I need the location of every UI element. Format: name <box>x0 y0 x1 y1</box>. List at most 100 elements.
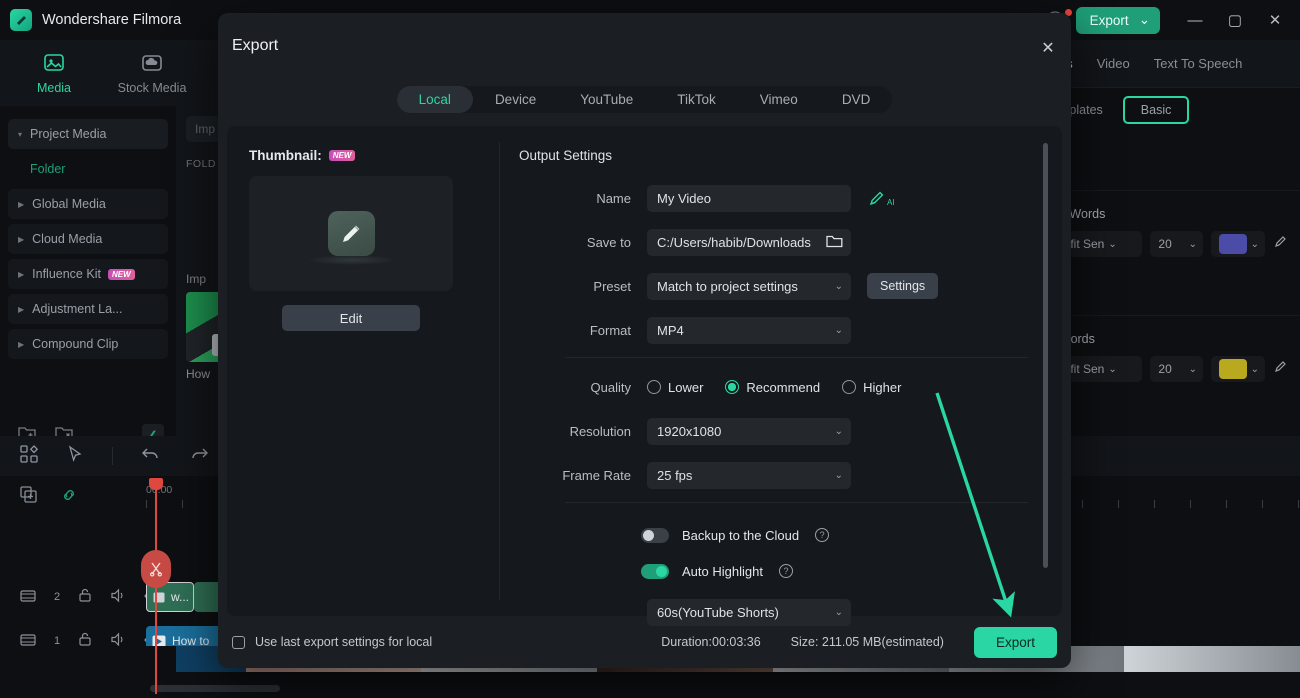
link-icon[interactable] <box>60 486 78 509</box>
font-family-select-1[interactable]: tfit Sen ⌄ <box>1059 231 1143 257</box>
timeline-scrollbar[interactable] <box>150 685 280 692</box>
properties-spacer <box>1045 132 1300 190</box>
tab-local[interactable]: Local <box>396 85 473 113</box>
ai-pencil-icon[interactable]: AI <box>869 190 895 207</box>
resolution-select[interactable]: 1920x1080 ⌄ <box>647 417 851 445</box>
tab-text-to-speech[interactable]: Text To Speech <box>1154 56 1243 71</box>
thumbnail-title: Thumbnail: NEW <box>249 148 479 163</box>
lock-icon[interactable] <box>78 588 92 606</box>
playhead[interactable] <box>141 478 171 694</box>
font-family-value: tfit Sen <box>1067 237 1105 251</box>
subtab-basic[interactable]: Basic <box>1122 96 1190 124</box>
track-controls-2: 2 <box>0 588 161 606</box>
duplicate-icon[interactable] <box>20 486 38 509</box>
tab-vimeo[interactable]: Vimeo <box>738 86 820 113</box>
thumbnail-edit-button[interactable]: Edit <box>282 305 420 331</box>
playhead-knob[interactable] <box>149 478 163 490</box>
toolbar-divider <box>112 447 113 465</box>
maximize-button[interactable]: ▢ <box>1218 5 1252 35</box>
dialog-close-button[interactable]: ✕ <box>1035 35 1061 61</box>
preset-settings-button[interactable]: Settings <box>867 273 939 299</box>
font-color-select-2[interactable]: ⌄ <box>1211 356 1265 382</box>
chevron-down-icon: ⌄ <box>834 324 843 336</box>
radio-icon-selected <box>725 380 740 394</box>
undo-icon[interactable] <box>141 446 161 467</box>
sidebar-item-label: Cloud Media <box>32 232 103 246</box>
select-tool-icon[interactable] <box>66 444 84 468</box>
sidebar-item-cloud-media[interactable]: ▶ Cloud Media <box>8 224 168 254</box>
font-size-select-2[interactable]: 20 ⌄ <box>1150 356 1203 382</box>
resolution-value: 1920x1080 <box>657 423 722 439</box>
sidebar-item-adjustment-layer[interactable]: ▶ Adjustment La... <box>8 294 168 324</box>
preset-value: Match to project settings <box>657 278 798 294</box>
framerate-select[interactable]: 25 fps ⌄ <box>647 461 851 489</box>
save-to-label: Save to <box>586 234 631 250</box>
chevron-down-icon: ⌄ <box>834 280 843 292</box>
tab-stock-media-label: Stock Media <box>117 80 187 95</box>
auto-highlight-toggle[interactable] <box>641 563 669 579</box>
quality-option-lower[interactable]: Lower <box>647 380 703 395</box>
redo-icon[interactable] <box>189 446 209 467</box>
quality-option-label: Lower <box>668 379 704 395</box>
eyedropper-icon[interactable] <box>1273 359 1288 379</box>
duration-label: Duration:00:03:36 <box>661 635 761 649</box>
output-settings-title: Output Settings <box>519 148 613 163</box>
radio-icon <box>647 380 661 394</box>
quality-option-recommend[interactable]: Recommend <box>725 380 820 395</box>
quality-option-higher[interactable]: Higher <box>842 380 901 395</box>
font-family-select-2[interactable]: tfit Sen ⌄ <box>1059 356 1143 382</box>
track-number: 2 <box>54 591 61 603</box>
tab-device[interactable]: Device <box>473 86 558 113</box>
sidebar-item-global-media[interactable]: ▶ Global Media <box>8 189 168 219</box>
backup-cloud-toggle[interactable] <box>641 527 669 543</box>
tab-dvd[interactable]: DVD <box>820 86 893 113</box>
preset-select[interactable]: Match to project settings ⌄ <box>647 272 851 300</box>
tab-stock-media[interactable]: Stock Media <box>116 52 188 95</box>
framerate-value: 25 fps <box>657 467 693 483</box>
chevron-right-icon: ▶ <box>18 234 25 244</box>
tab-tiktok[interactable]: TikTok <box>655 86 738 113</box>
folder-icon[interactable] <box>826 233 843 251</box>
chevron-down-icon: ⌄ <box>1108 363 1117 375</box>
auto-highlight-row: Auto Highlight ? <box>519 553 1028 589</box>
font-color-select-1[interactable]: ⌄ <box>1211 231 1265 257</box>
name-input[interactable]: My Video <box>647 184 851 212</box>
tab-youtube[interactable]: YouTube <box>558 86 655 113</box>
font-size-select-1[interactable]: 20 ⌄ <box>1150 231 1203 257</box>
preset-label: Preset <box>593 278 631 294</box>
font-family-value: tfit Sen <box>1067 362 1105 376</box>
sidebar-item-compound-clip[interactable]: ▶ Compound Clip <box>8 329 168 359</box>
close-button[interactable]: ✕ <box>1258 5 1292 35</box>
footer-meta: Duration:00:03:36 Size: 211.05 MB(estima… <box>661 635 944 649</box>
help-icon[interactable]: ? <box>778 564 793 578</box>
use-last-settings-checkbox[interactable] <box>232 635 245 649</box>
format-label: Format <box>589 322 631 338</box>
split-icon[interactable] <box>141 550 171 588</box>
clip-label: w... <box>171 590 190 604</box>
cloud-folder-icon <box>116 52 188 76</box>
mute-icon[interactable] <box>110 588 126 606</box>
minimize-button[interactable]: — <box>1178 5 1212 35</box>
sidebar-item-label: Project Media <box>30 127 107 141</box>
grid-icon[interactable] <box>20 444 39 468</box>
quality-option-label: Higher <box>863 379 902 395</box>
save-to-input[interactable]: C:/Users/habib/Downloads <box>647 228 851 256</box>
export-button[interactable]: Export <box>973 626 1057 658</box>
dialog-footer: Use last export settings for local Durat… <box>218 616 1071 668</box>
export-top-button[interactable]: Export ⌄ <box>1075 6 1160 34</box>
eyedropper-icon[interactable] <box>1273 234 1288 254</box>
sidebar-item-project-media[interactable]: ▾ Project Media <box>8 119 168 149</box>
chevron-down-icon: ⌄ <box>1188 238 1197 250</box>
dialog-scrollbar[interactable] <box>1043 143 1048 568</box>
properties-spacer-2 <box>1045 257 1300 315</box>
help-icon[interactable]: ? <box>815 528 830 542</box>
sidebar-item-influence-kit[interactable]: ▶ Influence Kit NEW <box>8 259 168 289</box>
sidebar-item-folder[interactable]: Folder <box>30 154 168 184</box>
tab-video[interactable]: Video <box>1097 56 1130 71</box>
tab-media[interactable]: Media <box>18 52 90 95</box>
save-to-value: C:/Users/habib/Downloads <box>657 234 811 250</box>
format-select[interactable]: MP4 ⌄ <box>647 316 851 344</box>
thumbnail-preview[interactable] <box>249 176 453 291</box>
font-size-value: 20 <box>1158 237 1172 251</box>
size-label: Size: 211.05 MB(estimated) <box>790 635 944 649</box>
